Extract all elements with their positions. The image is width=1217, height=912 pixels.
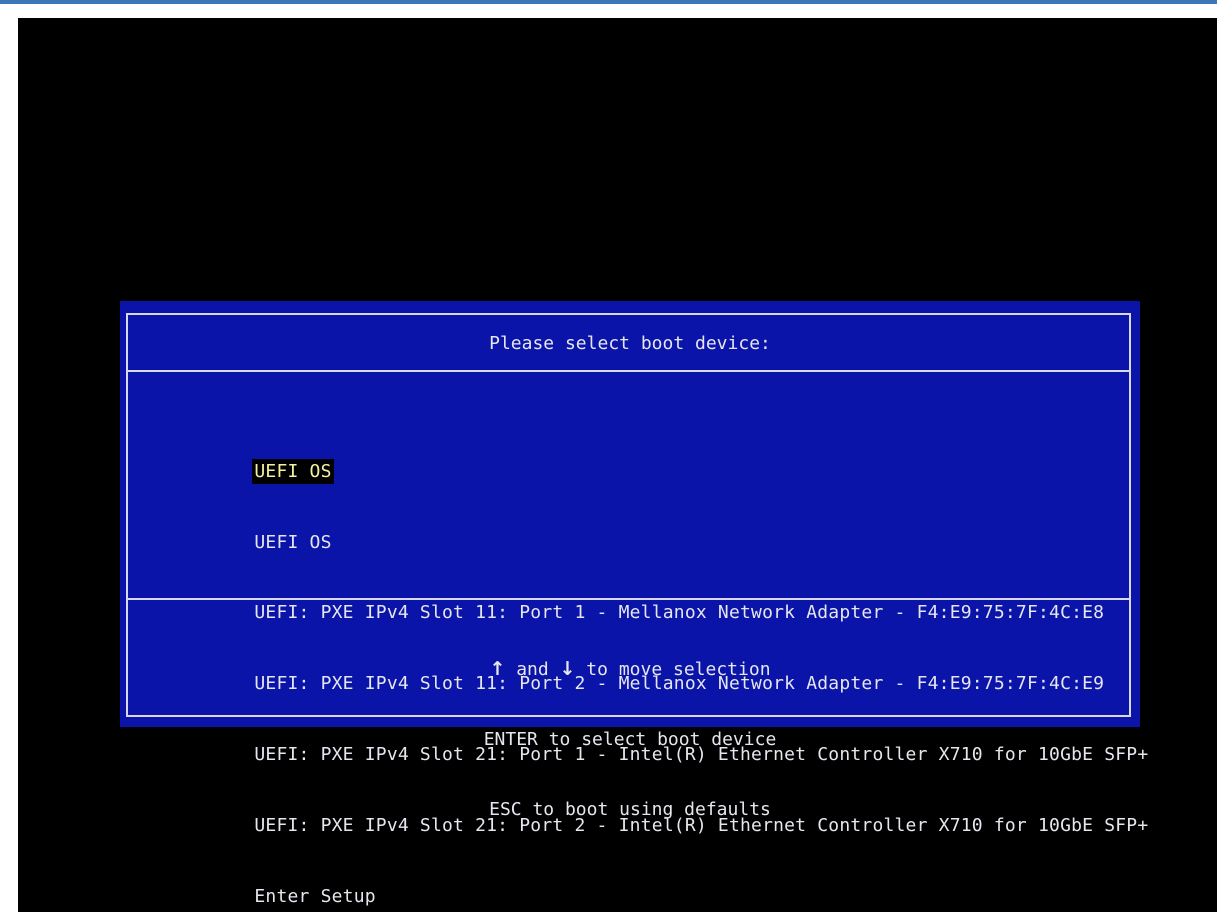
boot-item-uefi-os-1[interactable]: UEFI OS xyxy=(142,429,1150,484)
dialog-title: Please select boot device: xyxy=(489,333,771,354)
boot-item-label: UEFI OS xyxy=(252,458,334,484)
bios-screen: Please select boot device: UEFI OS UEFI … xyxy=(18,18,1217,912)
help-divider xyxy=(128,598,1131,600)
screenshot-frame: Please select boot device: UEFI OS UEFI … xyxy=(0,0,1217,912)
down-arrow-icon: ↓ xyxy=(559,658,576,680)
help-line-esc: ESC to boot using defaults xyxy=(489,799,771,820)
keyboard-help: ↑ and ↓ to move selection ENTER to selec… xyxy=(120,613,1140,867)
help-line-enter: ENTER to select boot device xyxy=(483,728,777,750)
boot-item-pxe-slot11-port1[interactable]: UEFI: PXE IPv4 Slot 11: Port 1 - Mellano… xyxy=(142,571,1150,623)
title-divider xyxy=(128,370,1131,372)
boot-item-label: Enter Setup xyxy=(254,885,376,907)
window-top-bar xyxy=(0,0,1217,4)
up-arrow-icon: ↑ xyxy=(489,658,506,680)
boot-item-uefi-os-2[interactable]: UEFI OS xyxy=(142,500,1150,553)
boot-device-dialog: Please select boot device: UEFI OS UEFI … xyxy=(120,301,1148,907)
help-and-text: and xyxy=(505,659,560,680)
boot-item-label: UEFI OS xyxy=(254,531,332,553)
help-line-navigate: ↑ and ↓ to move selection xyxy=(120,655,1140,684)
help-move-text: to move selection xyxy=(575,659,771,680)
